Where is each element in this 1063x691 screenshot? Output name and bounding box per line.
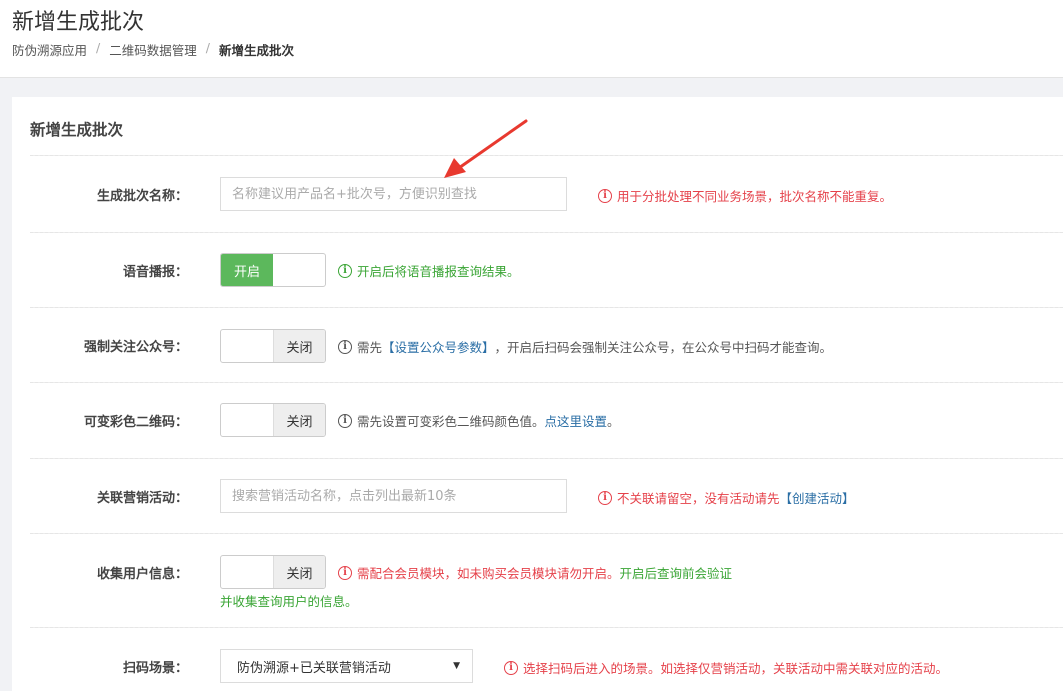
campaign-help-text: 不关联请留空，没有活动请先: [617, 491, 780, 506]
breadcrumb: 防伪溯源应用 / 二维码数据管理 / 新增生成批次: [12, 40, 294, 59]
color-qr-help: i 需先设置可变彩色二维码颜色值。 点这里设置 。: [338, 411, 620, 430]
batch-name-help-text: 用于分批处理不同业务场景，批次名称不能重复。: [617, 189, 893, 204]
voice-help: i 开启后将语音播报查询结果。: [338, 261, 520, 280]
follow-toggle[interactable]: 关闭: [220, 329, 326, 363]
batch-name-label: 生成批次名称：: [96, 189, 188, 204]
voice-help-text: 开启后将语音播报查询结果。: [357, 264, 520, 279]
toggle-knob: [273, 254, 325, 286]
divider: [30, 458, 1063, 459]
info-icon: i: [338, 339, 352, 354]
info-icon: i: [598, 490, 612, 505]
collect-help-line2: 并收集查询用户的信息。: [220, 594, 358, 609]
collect-toggle[interactable]: 关闭: [220, 555, 326, 589]
page-header: 新增生成批次 防伪溯源应用 / 二维码数据管理 / 新增生成批次: [0, 0, 1063, 78]
color-qr-help-suffix: 。: [607, 414, 620, 429]
collect-help: i 需配合会员模块，如未购买会员模块请勿开启。 开启后查询前会验证: [338, 563, 732, 582]
batch-name-input[interactable]: [220, 177, 567, 211]
color-qr-toggle[interactable]: 关闭: [220, 403, 326, 437]
divider: [30, 232, 1063, 233]
divider: [30, 307, 1063, 308]
color-qr-toggle-state: 关闭: [273, 404, 325, 436]
campaign-help: i 不关联请留空，没有活动请先 【创建活动】: [598, 488, 855, 507]
voice-label: 语音播报：: [122, 265, 188, 280]
campaign-search-input[interactable]: [220, 479, 567, 513]
info-icon: i: [338, 565, 352, 580]
scene-select-value: 防伪溯源+已关联营销活动: [237, 660, 391, 676]
follow-help-prefix: 需先: [357, 340, 383, 355]
voice-toggle-state: 开启: [221, 254, 273, 286]
scene-help: i 选择扫码后进入的场景。如选择仅营销活动，关联活动中需关联对应的活动。: [504, 658, 948, 677]
breadcrumb-separator: /: [205, 40, 210, 55]
create-campaign-link[interactable]: 【创建活动】: [780, 488, 855, 507]
collect-help-green: 开启后查询前会验证: [619, 566, 733, 581]
form-card: 新增生成批次 生成批次名称： i 用于分批处理不同业务场景，批次名称不能重复。 …: [12, 97, 1063, 691]
color-qr-label: 可变彩色二维码：: [83, 415, 188, 430]
follow-help: i 需先 【设置公众号参数】 ，开启后扫码会强制关注公众号，在公众号中扫码才能查…: [338, 337, 832, 356]
divider: [30, 533, 1063, 534]
campaign-label: 关联营销活动：: [96, 491, 188, 506]
annotation-arrow-icon: [444, 119, 528, 178]
follow-toggle-state: 关闭: [273, 330, 325, 362]
color-qr-help-prefix: 需先设置可变彩色二维码颜色值。: [357, 414, 545, 429]
breadcrumb-separator: /: [96, 40, 101, 55]
breadcrumb-item-current: 新增生成批次: [218, 43, 294, 58]
batch-name-help: i 用于分批处理不同业务场景，批次名称不能重复。: [598, 186, 892, 205]
info-icon: i: [338, 263, 352, 278]
color-settings-link[interactable]: 点这里设置: [545, 411, 608, 430]
set-wechat-params-link[interactable]: 【设置公众号参数】: [382, 337, 495, 356]
scene-label: 扫码场景：: [122, 661, 188, 676]
collect-label: 收集用户信息：: [96, 567, 188, 582]
scene-help-text: 选择扫码后进入的场景。如选择仅营销活动，关联活动中需关联对应的活动。: [523, 661, 949, 676]
divider: [30, 155, 1063, 156]
breadcrumb-item-qr-data[interactable]: 二维码数据管理: [109, 40, 197, 59]
follow-help-suffix: ，开启后扫码会强制关注公众号，在公众号中扫码才能查询。: [494, 340, 833, 355]
voice-toggle[interactable]: 开启: [220, 253, 326, 287]
caret-down-icon: ▼: [453, 661, 460, 671]
breadcrumb-item-app[interactable]: 防伪溯源应用: [12, 40, 87, 59]
follow-label: 强制关注公众号：: [83, 340, 188, 355]
page-title: 新增生成批次: [12, 10, 145, 35]
collect-toggle-state: 关闭: [273, 556, 325, 588]
toggle-knob: [221, 556, 273, 588]
toggle-knob: [221, 330, 273, 362]
divider: [30, 627, 1063, 628]
info-icon: i: [598, 188, 612, 203]
divider: [30, 382, 1063, 383]
info-icon: i: [504, 660, 518, 675]
scene-select[interactable]: 防伪溯源+已关联营销活动 ▼: [220, 649, 473, 683]
card-title: 新增生成批次: [30, 121, 124, 139]
collect-help-red: 需配合会员模块，如未购买会员模块请勿开启。: [357, 566, 620, 581]
toggle-knob: [221, 404, 273, 436]
info-icon: i: [338, 413, 352, 428]
